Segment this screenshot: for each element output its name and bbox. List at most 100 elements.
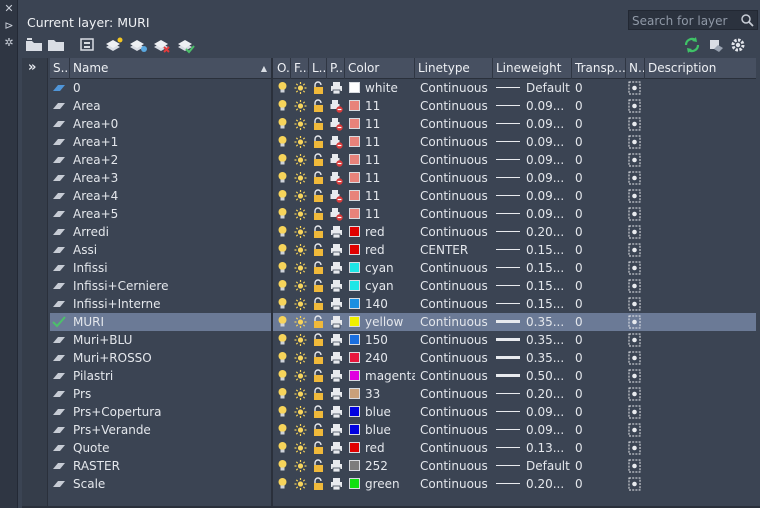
new-layer-icon[interactable] <box>104 36 124 54</box>
sun-thaw-icon[interactable] <box>294 207 307 221</box>
description[interactable] <box>648 79 754 97</box>
new-vp-freeze-icon[interactable] <box>628 441 641 455</box>
unlock-icon[interactable] <box>312 297 325 311</box>
layer-status-icon[interactable] <box>52 388 66 400</box>
sun-thaw-icon[interactable] <box>294 225 307 239</box>
unlock-icon[interactable] <box>312 261 325 275</box>
new-layer-vp-frozen-icon[interactable] <box>128 36 148 54</box>
unlock-icon[interactable] <box>312 351 325 365</box>
color-name[interactable]: cyan <box>365 277 415 295</box>
sun-thaw-icon[interactable] <box>294 423 307 437</box>
col-on[interactable]: O.. <box>274 58 291 79</box>
new-vp-freeze-icon[interactable] <box>628 369 641 383</box>
layer-name[interactable]: Scale <box>73 475 269 493</box>
plot-printer-icon[interactable] <box>330 477 343 491</box>
description[interactable] <box>648 169 754 187</box>
lineweight[interactable]: 0.20... <box>526 385 570 403</box>
transparency[interactable]: 0 <box>575 421 623 439</box>
new-vp-freeze-icon[interactable] <box>628 297 641 311</box>
layer-status-icon[interactable] <box>52 190 66 202</box>
linetype[interactable]: Continuous <box>420 187 492 205</box>
color-name[interactable]: cyan <box>365 259 415 277</box>
lineweight[interactable]: 0.09... <box>526 115 570 133</box>
col-name[interactable]: Name ▲ <box>70 58 272 79</box>
linetype[interactable]: Continuous <box>420 151 492 169</box>
transparency[interactable]: 0 <box>575 457 623 475</box>
new-vp-freeze-icon[interactable] <box>628 261 641 275</box>
transparency[interactable]: 0 <box>575 169 623 187</box>
transparency[interactable]: 0 <box>575 313 623 331</box>
delete-layer-icon[interactable] <box>152 36 172 54</box>
plot-printer-icon[interactable] <box>330 279 343 293</box>
layer-row[interactable]: 0 white Continuous Default 0 <box>50 79 756 97</box>
linetype[interactable]: Continuous <box>420 403 492 421</box>
col-linetype[interactable]: Linetype <box>415 58 493 79</box>
new-vp-freeze-icon[interactable] <box>628 459 641 473</box>
transparency[interactable]: 0 <box>575 403 623 421</box>
linetype[interactable]: Continuous <box>420 349 492 367</box>
search-input[interactable]: Search for layer <box>632 14 727 28</box>
layer-row[interactable]: Infissi+Cerniere cyan Continuous 0.15... 0 <box>50 277 756 295</box>
description[interactable] <box>648 277 754 295</box>
lineweight[interactable]: 0.20... <box>526 475 570 493</box>
layer-row[interactable]: RASTER 252 Continuous Default 0 <box>50 457 756 475</box>
unlock-icon[interactable] <box>312 81 325 95</box>
description[interactable] <box>648 403 754 421</box>
layer-row[interactable]: Scale green Continuous 0.20... 0 <box>50 475 756 493</box>
no-plot-icon[interactable] <box>330 189 343 203</box>
layer-row[interactable]: Prs 33 Continuous 0.20... 0 <box>50 385 756 403</box>
layer-status-icon[interactable] <box>52 370 66 382</box>
layer-row[interactable]: Area+1 11 Continuous 0.09... 0 <box>50 133 756 151</box>
color-name[interactable]: green <box>365 475 415 493</box>
unlock-icon[interactable] <box>312 405 325 419</box>
sun-thaw-icon[interactable] <box>294 297 307 311</box>
transparency[interactable]: 0 <box>575 205 623 223</box>
layer-row[interactable]: Pilastri magenta Continuous 0.50... 0 <box>50 367 756 385</box>
col-transparency[interactable]: Transp... <box>572 58 626 79</box>
unlock-icon[interactable] <box>312 135 325 149</box>
new-vp-freeze-icon[interactable] <box>628 423 641 437</box>
new-vp-freeze-icon[interactable] <box>628 207 641 221</box>
new-vp-freeze-icon[interactable] <box>628 315 641 329</box>
new-vp-freeze-icon[interactable] <box>628 351 641 365</box>
transparency[interactable]: 0 <box>575 475 623 493</box>
unlock-icon[interactable] <box>312 117 325 131</box>
description[interactable] <box>648 313 754 331</box>
layer-status-icon[interactable] <box>52 136 66 148</box>
plot-printer-icon[interactable] <box>330 243 343 257</box>
sun-thaw-icon[interactable] <box>294 315 307 329</box>
layer-name[interactable]: Area+5 <box>73 205 269 223</box>
transparency[interactable]: 0 <box>575 385 623 403</box>
unlock-icon[interactable] <box>312 369 325 383</box>
col-lineweight[interactable]: Lineweight <box>493 58 572 79</box>
lightbulb-on-icon[interactable] <box>276 99 289 113</box>
color-swatch[interactable] <box>349 460 360 471</box>
description[interactable] <box>648 421 754 439</box>
plot-printer-icon[interactable] <box>330 261 343 275</box>
linetype[interactable]: CENTER <box>420 241 492 259</box>
description[interactable] <box>648 187 754 205</box>
transparency[interactable]: 0 <box>575 295 623 313</box>
lightbulb-on-icon[interactable] <box>276 459 289 473</box>
description[interactable] <box>648 259 754 277</box>
layer-name[interactable]: Area <box>73 97 269 115</box>
lightbulb-on-icon[interactable] <box>276 243 289 257</box>
pane-splitter[interactable] <box>271 58 273 508</box>
layer-status-icon[interactable] <box>52 280 66 292</box>
sun-thaw-icon[interactable] <box>294 81 307 95</box>
lineweight[interactable]: Default <box>526 79 570 97</box>
description[interactable] <box>648 367 754 385</box>
linetype[interactable]: Continuous <box>420 223 492 241</box>
lineweight[interactable]: 0.13... <box>526 439 570 457</box>
layer-status-icon[interactable] <box>52 208 66 220</box>
layer-name[interactable]: Prs+Verande <box>73 421 269 439</box>
layer-name[interactable]: Quote <box>73 439 269 457</box>
layer-status-icon[interactable] <box>52 172 66 184</box>
description[interactable] <box>648 295 754 313</box>
layer-name[interactable]: Assi <box>73 241 269 259</box>
color-name[interactable]: 11 <box>365 187 415 205</box>
layer-row[interactable]: MURI yellow Continuous 0.35... 0 <box>50 313 756 331</box>
lightbulb-on-icon[interactable] <box>276 81 289 95</box>
layer-status-icon[interactable] <box>52 118 66 130</box>
linetype[interactable]: Continuous <box>420 97 492 115</box>
